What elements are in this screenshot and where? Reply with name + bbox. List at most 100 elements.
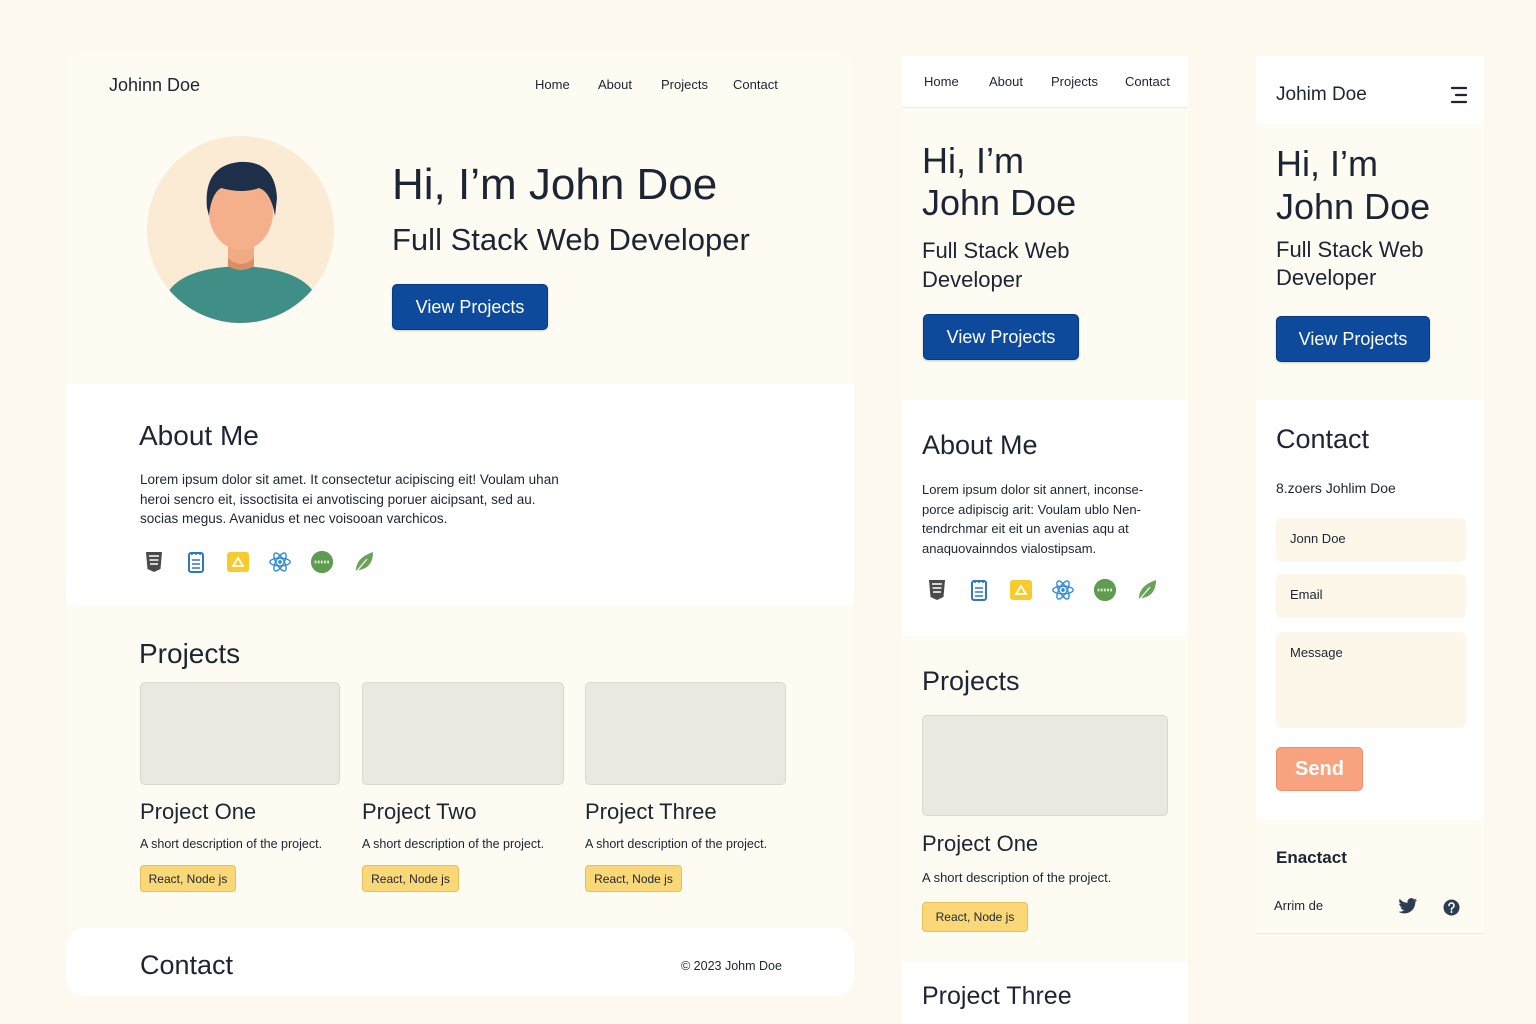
desktop-nav-projects[interactable]: Projects xyxy=(661,77,708,92)
desktop-preview: Johinn Doe Home About Projects Contact H… xyxy=(66,52,854,996)
tablet-hero-subtitle-line: Developer xyxy=(922,267,1023,292)
project-tag: React, Node js xyxy=(585,865,682,892)
project-description: A short description of the project. xyxy=(585,837,768,851)
css3-icon xyxy=(967,578,991,602)
mongodb-leaf-icon xyxy=(352,550,376,574)
project-card[interactable]: Project One A short description of the p… xyxy=(140,682,340,892)
desktop-hero-subtitle: Full Stack Web Developer xyxy=(392,222,750,257)
project-title[interactable]: Project One xyxy=(922,831,1168,857)
tablet-projects-section: Projects Project One A short description… xyxy=(902,636,1188,962)
project-tag: React, Node js xyxy=(922,902,1028,932)
mobile-view-projects-button[interactable]: View Projects xyxy=(1276,316,1430,362)
nodejs-icon xyxy=(1093,578,1117,602)
tablet-about-line: Lorem ipsum dolor sit annert, inconse- xyxy=(922,482,1144,497)
desktop-view-projects-button[interactable]: View Projects xyxy=(392,284,548,330)
mobile-hero-subtitle: Full Stack Web Developer xyxy=(1276,236,1424,292)
desktop-copyright: © 2023 Johm Doe xyxy=(681,959,782,973)
mobile-hero-subtitle-line: Developer xyxy=(1276,265,1377,290)
tablet-hero-title-line: John Doe xyxy=(922,182,1077,223)
desktop-nav-contact[interactable]: Contact xyxy=(733,77,778,92)
tablet-hero-subtitle-line: Full Stack Web xyxy=(922,238,1070,263)
desktop-about-text: Lorem ipsum dolor sit amet. It consectet… xyxy=(140,470,559,529)
desktop-brand[interactable]: Johinn Doe xyxy=(109,75,200,96)
project-tag: React, Node js xyxy=(140,865,236,892)
desktop-projects-section: Projects Project One A short description… xyxy=(66,606,854,928)
project-description: A short description of the project. xyxy=(922,870,1112,885)
message-field[interactable]: Message xyxy=(1276,632,1466,728)
tablet-hero-subtitle: Full Stack Web Developer xyxy=(922,236,1070,294)
css3-icon xyxy=(184,550,208,574)
tablet-nav-bar: Home About Projects Contact xyxy=(902,56,1188,108)
desktop-contact-section: Contact © 2023 Johm Doe xyxy=(66,928,854,996)
project-description: A short description of the project. xyxy=(140,837,323,851)
react-icon xyxy=(268,550,292,574)
mobile-hero-title: Hi, I’m John Doe xyxy=(1276,142,1430,228)
mobile-hero-title-line: Hi, I’m xyxy=(1276,143,1378,184)
mobile-brand[interactable]: Johim Doe xyxy=(1276,84,1367,106)
send-button[interactable]: Send xyxy=(1276,747,1363,791)
tablet-about-line: tendrchmar eit eit un avenias aqu at xyxy=(922,521,1129,536)
desktop-about-line: heroi sencro eit, issoctisita ei anvotis… xyxy=(140,491,536,507)
mobile-hero-subtitle-line: Full Stack Web xyxy=(1276,237,1424,262)
nodejs-icon xyxy=(310,550,334,574)
project-title[interactable]: Project Two xyxy=(362,799,564,825)
mobile-contact-heading: Contact xyxy=(1276,424,1370,454)
tablet-about-section: About Me Lorem ipsum dolor sit annert, i… xyxy=(902,400,1188,636)
mobile-contact-subtext: 8.zoers Johlim Doe xyxy=(1276,480,1396,496)
hamburger-menu-icon[interactable] xyxy=(1450,86,1468,104)
project-thumbnail[interactable] xyxy=(585,682,786,785)
tablet-nav-about[interactable]: About xyxy=(989,74,1023,89)
project-description: A short description of the project. xyxy=(362,837,545,851)
twitter-icon[interactable] xyxy=(1398,897,1418,915)
help-icon[interactable] xyxy=(1443,899,1460,916)
project-title[interactable]: Project Three xyxy=(922,982,1072,1011)
react-icon xyxy=(1051,578,1075,602)
html5-icon xyxy=(142,550,166,574)
project-card[interactable]: Project Two A short description of the p… xyxy=(362,682,564,892)
tablet-about-heading: About Me xyxy=(922,430,1038,460)
mobile-hero-title-line: John Doe xyxy=(1276,186,1431,227)
project-thumbnail[interactable] xyxy=(922,715,1168,816)
tablet-nav-home[interactable]: Home xyxy=(924,74,959,89)
mobile-hero-section: Hi, I’m John Doe Full Stack Web Develope… xyxy=(1256,124,1484,400)
tablet-tech-icons xyxy=(925,578,1159,602)
mobile-footer: Enactact Arrim de xyxy=(1256,820,1484,934)
project-card[interactable]: Project One A short description of the p… xyxy=(922,715,1168,932)
project-thumbnail[interactable] xyxy=(362,682,564,785)
tablet-hero-title-line: Hi, I’m xyxy=(922,140,1024,181)
project-tag: React, Node js xyxy=(362,865,459,892)
desktop-hero-section: Johinn Doe Home About Projects Contact H… xyxy=(66,52,854,384)
tablet-view-projects-button[interactable]: View Projects xyxy=(923,314,1079,360)
desktop-nav-home[interactable]: Home xyxy=(535,77,570,92)
mobile-preview: Johim Doe Hi, I’m John Doe Full Stack We… xyxy=(1256,56,1484,936)
tablet-hero-title: Hi, I’m John Doe xyxy=(922,140,1076,224)
javascript-icon xyxy=(1009,578,1033,602)
tablet-hero-section: Hi, I’m John Doe Full Stack Web Develope… xyxy=(902,108,1188,400)
desktop-about-line: socias megus. Avanidus et nec voisooan v… xyxy=(140,511,448,526)
project-title[interactable]: Project One xyxy=(140,799,340,825)
tablet-about-text: Lorem ipsum dolor sit annert, inconse- p… xyxy=(922,480,1143,558)
desktop-tech-icons xyxy=(142,550,376,574)
project-card[interactable]: Project Three A short description of the… xyxy=(585,682,786,892)
html5-icon xyxy=(925,578,949,602)
project-title[interactable]: Project Three xyxy=(585,799,786,825)
tablet-projects-heading: Projects xyxy=(922,666,1020,696)
tablet-about-line: anaquovainndos vialostipsam. xyxy=(922,540,1097,556)
desktop-nav-about[interactable]: About xyxy=(598,77,632,92)
desktop-projects-heading: Projects xyxy=(139,638,241,669)
tablet-next-project: Project Three xyxy=(902,962,1188,1024)
desktop-about-section: About Me Lorem ipsum dolor sit amet. It … xyxy=(66,384,854,606)
tablet-preview: Home About Projects Contact Hi, I’m John… xyxy=(902,56,1188,1024)
mobile-contact-section: Contact 8.zoers Johlim Doe Jonn Doe Emai… xyxy=(1256,400,1484,820)
name-field[interactable]: Jonn Doe xyxy=(1276,518,1466,562)
javascript-icon xyxy=(226,550,250,574)
desktop-hero-title: Hi, I’m John Doe xyxy=(392,160,718,209)
avatar xyxy=(147,136,334,323)
email-field[interactable]: Email xyxy=(1276,574,1466,618)
tablet-nav-contact[interactable]: Contact xyxy=(1125,74,1170,89)
tablet-nav-projects[interactable]: Projects xyxy=(1051,74,1098,89)
desktop-contact-heading: Contact xyxy=(140,950,234,980)
tablet-about-line: porce adipiscig arit: Voulam ublo Nen- xyxy=(922,501,1141,517)
project-thumbnail[interactable] xyxy=(140,682,340,785)
mobile-footer-name: Arrim de xyxy=(1274,898,1324,913)
